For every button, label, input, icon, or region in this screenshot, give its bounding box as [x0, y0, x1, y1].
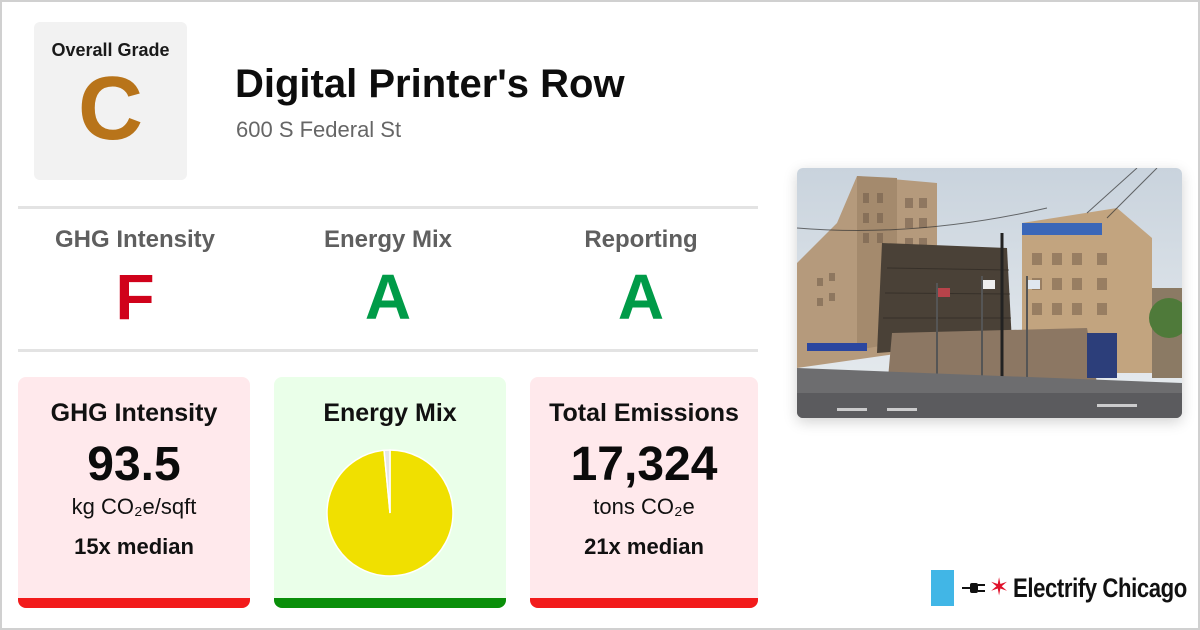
card-status-bar: [18, 598, 250, 608]
building-address: 600 S Federal St: [236, 117, 402, 142]
total-emissions-card: Total Emissions 17,324 tons CO₂e 21x med…: [530, 377, 758, 608]
card-status-bar: [530, 598, 758, 608]
building-photo: [797, 168, 1182, 418]
subgrade-letter: A: [617, 261, 665, 333]
energy-mix-pie: [324, 447, 456, 579]
subgrade-letter: A: [364, 261, 412, 333]
card-unit: tons CO₂e: [593, 494, 695, 519]
overall-grade-label: Overall Grade: [51, 40, 170, 60]
brand-name: Electrify Chicago: [1013, 572, 1188, 603]
subgrade-energy-mix: Energy Mix A: [273, 226, 503, 332]
card-title: GHG Intensity: [50, 399, 218, 427]
electrify-chicago-logo[interactable]: ✶ Electrify Chicago: [931, 570, 1200, 606]
ghg-intensity-card: GHG Intensity 93.5 kg CO₂e/sqft 15x medi…: [18, 377, 250, 608]
divider-bottom: [18, 349, 758, 352]
subgrade-letter: F: [115, 261, 155, 333]
building-name: Digital Printer's Row: [235, 62, 625, 106]
subgrade-label: Reporting: [584, 226, 698, 253]
divider-top: [18, 206, 758, 209]
card-status-bar: [274, 598, 506, 608]
card-value: 17,324: [570, 438, 718, 491]
plug-icon: [962, 583, 985, 593]
card-title: Total Emissions: [549, 399, 739, 427]
card-median: 21x median: [584, 534, 704, 559]
card-median: 15x median: [74, 534, 194, 559]
energy-mix-card: Energy Mix: [274, 377, 506, 608]
building-photo-illustration: [797, 168, 1182, 418]
card-title: Energy Mix: [323, 399, 457, 427]
card-value: 93.5: [87, 438, 181, 491]
subgrade-label: Energy Mix: [323, 226, 453, 253]
chicago-flag-stripe-icon: [931, 570, 954, 606]
card-unit: kg CO₂e/sqft: [71, 494, 197, 519]
overall-grade-letter: C: [78, 59, 143, 159]
overall-grade-box: Overall Grade C: [34, 22, 187, 180]
subgrade-reporting: Reporting A: [526, 226, 756, 332]
subgrade-ghg-intensity: GHG Intensity F: [20, 226, 250, 332]
star-icon: ✶: [989, 574, 1010, 601]
energy-mix-pie-chart: [326, 449, 454, 577]
subgrade-label: GHG Intensity: [54, 226, 216, 253]
